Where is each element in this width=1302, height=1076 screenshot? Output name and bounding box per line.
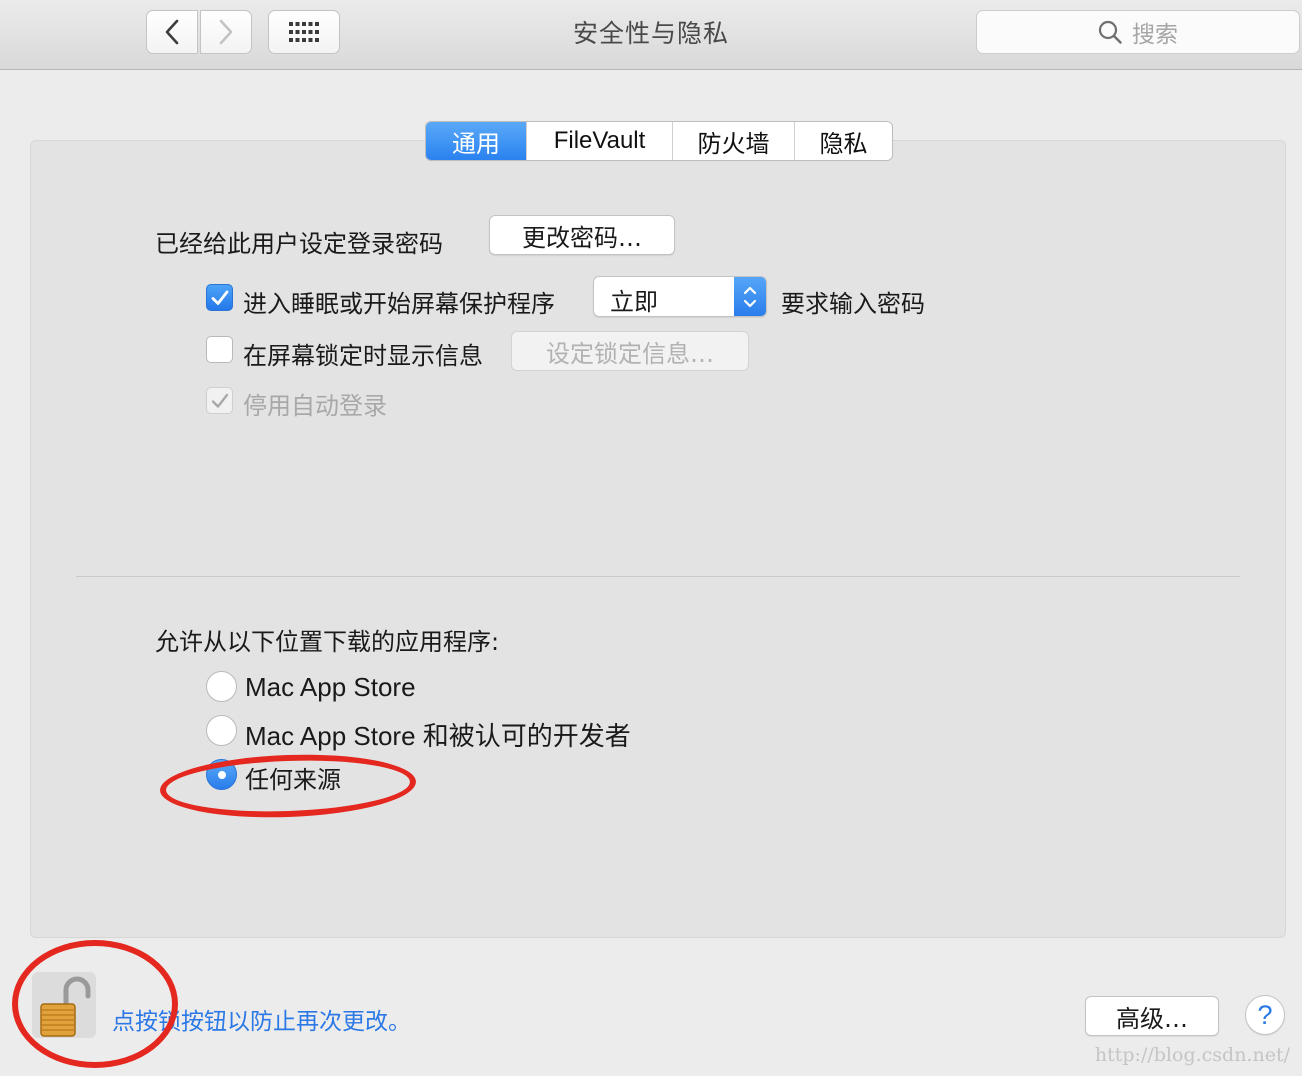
change-password-button[interactable]: 更改密码… [489, 215, 675, 255]
tab-privacy[interactable]: 隐私 [794, 122, 892, 160]
search-field[interactable]: 搜索 [976, 10, 1300, 54]
password-set-label: 已经给此用户设定登录密码 [155, 230, 443, 258]
lock-hint-text[interactable]: 点按锁按钮以防止再次更改。 [112, 1002, 411, 1036]
tab-firewall[interactable]: 防火墙 [672, 122, 794, 160]
checkmark-icon [211, 393, 228, 408]
tab-filevault[interactable]: FileVault [526, 122, 672, 160]
tab-general[interactable]: 通用 [426, 122, 526, 160]
require-password-suffix: 要求输入密码 [781, 290, 925, 318]
radio-mac-app-store-label: Mac App Store [245, 672, 416, 702]
require-password-label: 进入睡眠或开始屏幕保护程序 [243, 290, 555, 318]
disable-auto-login-label: 停用自动登录 [243, 392, 387, 420]
help-button[interactable]: ? [1245, 995, 1285, 1035]
password-delay-value: 立即 [610, 288, 658, 316]
set-lock-message-button: 设定锁定信息… [511, 331, 749, 371]
radio-anywhere[interactable] [206, 759, 237, 790]
unlocked-padlock-icon [40, 976, 91, 1037]
checkmark-icon [211, 290, 228, 305]
watermark: http://blog.csdn.net/ [1094, 1044, 1290, 1066]
content-panel [30, 140, 1286, 938]
radio-anywhere-label: 任何来源 [245, 766, 341, 794]
toolbar: 安全性与隐私 搜索 [0, 0, 1302, 70]
search-icon [1098, 20, 1122, 44]
radio-mac-app-store[interactable] [206, 671, 237, 702]
show-message-checkbox[interactable] [206, 336, 233, 363]
radio-identified-developers-label: Mac App Store 和被认可的开发者 [245, 721, 631, 751]
popup-arrows-icon [734, 277, 766, 316]
radio-identified-developers[interactable] [206, 715, 237, 746]
advanced-button[interactable]: 高级… [1085, 996, 1219, 1036]
require-password-checkbox[interactable] [206, 284, 233, 311]
lock-button[interactable] [32, 972, 96, 1038]
show-message-label: 在屏幕锁定时显示信息 [243, 342, 483, 370]
search-placeholder: 搜索 [1132, 22, 1178, 48]
tab-bar: 通用 FileVault 防火墙 隐私 [425, 121, 893, 161]
disable-auto-login-checkbox [206, 387, 233, 414]
downloads-heading: 允许从以下位置下载的应用程序: [155, 628, 500, 656]
section-divider [76, 576, 1240, 577]
password-delay-popup[interactable]: 立即 [593, 276, 767, 317]
